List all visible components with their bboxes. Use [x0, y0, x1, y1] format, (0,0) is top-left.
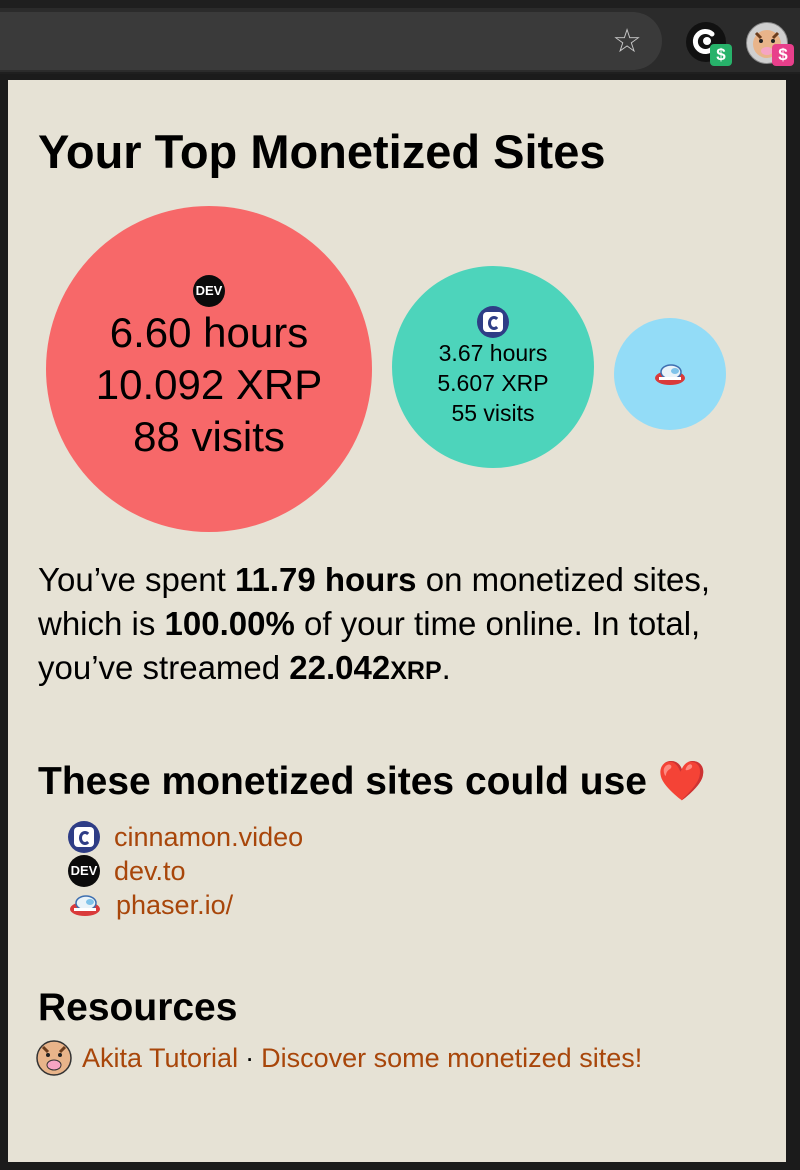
resources-row: Akita Tutorial · Discover some monetized… — [36, 1040, 642, 1076]
site-bubble-phaser[interactable] — [614, 318, 726, 430]
dev-icon: DEV — [193, 275, 225, 307]
total-hours: 11.79 hours — [234, 561, 417, 598]
akita-tutorial-link[interactable]: Akita Tutorial — [82, 1043, 238, 1074]
extension-popup: Your Top Monetized Sites DEV 6.60 hours … — [8, 80, 786, 1162]
cinnamon-icon — [477, 306, 509, 338]
address-bar[interactable] — [0, 12, 662, 70]
coil-extension-button[interactable]: $ — [684, 22, 734, 70]
xrp-unit: XRP — [390, 657, 442, 685]
list-item: cinnamon.video — [68, 820, 303, 854]
phaser-icon — [68, 892, 102, 918]
dollar-badge: $ — [772, 44, 794, 66]
site-link-phaser[interactable]: phaser.io/ — [116, 890, 233, 921]
cinnamon-icon — [68, 821, 100, 853]
percent-online: 100.00% — [164, 605, 295, 642]
heart-icon: ❤️ — [657, 760, 707, 803]
dollar-badge: $ — [710, 44, 732, 66]
separator: · — [245, 1042, 255, 1073]
discover-sites-link[interactable]: Discover some monetized sites! — [261, 1043, 642, 1074]
bubble-xrp: 10.092 XRP — [95, 361, 323, 408]
site-link-cinnamon[interactable]: cinnamon.video — [114, 822, 303, 853]
could-use-heading: These monetized sites could use ❤️ — [38, 760, 707, 803]
list-item: DEV dev.to — [68, 854, 303, 888]
resources-heading: Resources — [38, 986, 238, 1029]
bubble-xrp: 5.607 XRP — [437, 370, 549, 396]
streamed-amount: 22.042 — [289, 649, 391, 686]
akita-icon — [36, 1040, 72, 1076]
bubble-hours: 3.67 hours — [438, 340, 548, 366]
dev-icon: DEV — [68, 855, 100, 887]
list-item: phaser.io/ — [68, 888, 303, 922]
site-bubble-dev[interactable]: DEV 6.60 hours 10.092 XRP 88 visits — [46, 206, 372, 532]
bubble-hours: 6.60 hours — [109, 309, 309, 356]
site-link-dev[interactable]: dev.to — [114, 856, 186, 887]
site-list: cinnamon.video DEV dev.to phaser.io/ — [68, 820, 303, 922]
time-summary: You’ve spent 11.79 hours on monetized si… — [38, 561, 711, 686]
site-bubble-cinnamon[interactable]: 3.67 hours 5.607 XRP 55 visits — [392, 266, 594, 468]
star-icon[interactable]: ☆ — [608, 20, 646, 62]
akita-extension-button[interactable]: $ — [744, 22, 794, 70]
browser-toolbar: ☆ $ $ — [0, 0, 800, 74]
page-title: Your Top Monetized Sites — [38, 125, 606, 178]
bubble-visits: 88 visits — [133, 413, 285, 460]
bubble-visits: 55 visits — [451, 400, 535, 426]
phaser-icon — [653, 361, 687, 387]
